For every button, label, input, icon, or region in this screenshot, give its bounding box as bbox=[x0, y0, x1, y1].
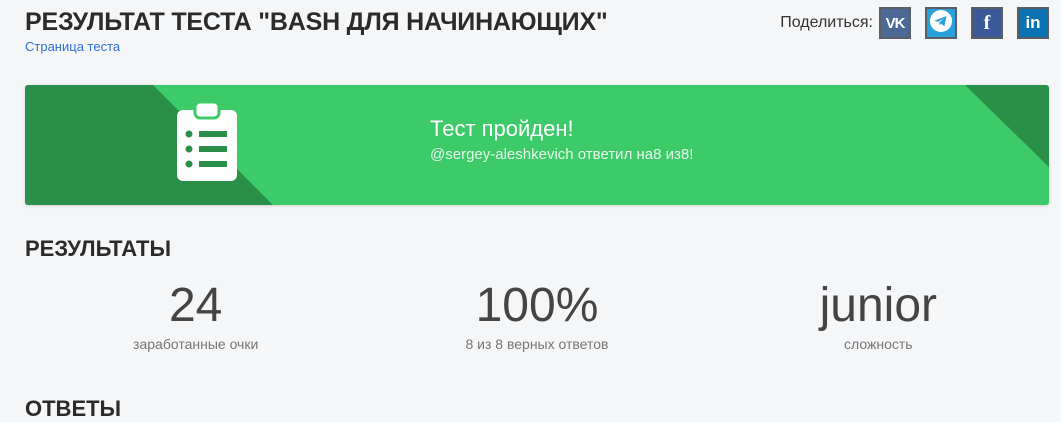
clipboard-list-icon bbox=[175, 100, 239, 188]
stat-label: заработанные очки bbox=[133, 336, 259, 352]
banner-subtitle: @sergey-aleshkevich ответил на8 из8! bbox=[430, 146, 694, 163]
share-facebook-button[interactable]: f bbox=[971, 7, 1003, 39]
banner-text: Тест пройден! @sergey-aleshkevich ответи… bbox=[430, 115, 693, 163]
results-heading: РЕЗУЛЬТАТЫ bbox=[25, 236, 171, 261]
stat-label: сложность bbox=[844, 336, 913, 352]
banner-title: Тест пройден! bbox=[430, 116, 574, 141]
share-label: Поделиться: bbox=[780, 14, 873, 31]
results-stats: 24 заработанные очки 100% 8 из 8 верных … bbox=[25, 279, 1049, 353]
vk-icon: VK bbox=[885, 14, 906, 32]
share-telegram-button[interactable] bbox=[925, 7, 957, 39]
stat-value: 100% bbox=[475, 279, 599, 332]
test-passed-banner: Тест пройден! @sergey-aleshkevich ответи… bbox=[25, 85, 1049, 205]
stat-accuracy: 100% 8 из 8 верных ответов bbox=[366, 279, 707, 353]
answers-heading: ОТВЕТЫ bbox=[25, 396, 122, 421]
header: РЕЗУЛЬТАТ ТЕСТА "BASH ДЛЯ НАЧИНАЮЩИХ" Ст… bbox=[25, 6, 1049, 66]
stat-points: 24 заработанные очки bbox=[25, 279, 366, 353]
share-linkedin-button[interactable]: in bbox=[1017, 7, 1049, 39]
test-page-link[interactable]: Страница теста bbox=[25, 39, 120, 54]
stat-label: 8 из 8 верных ответов bbox=[465, 336, 609, 352]
share-vk-button[interactable]: VK bbox=[879, 7, 911, 39]
facebook-icon: f bbox=[983, 11, 991, 34]
stat-value: junior bbox=[819, 279, 938, 332]
share-bar: Поделиться: VK f in bbox=[780, 7, 1049, 39]
stat-value: 24 bbox=[168, 279, 223, 332]
linkedin-icon: in bbox=[1025, 13, 1041, 32]
stat-difficulty: junior сложность bbox=[708, 279, 1049, 353]
telegram-icon bbox=[929, 9, 953, 38]
